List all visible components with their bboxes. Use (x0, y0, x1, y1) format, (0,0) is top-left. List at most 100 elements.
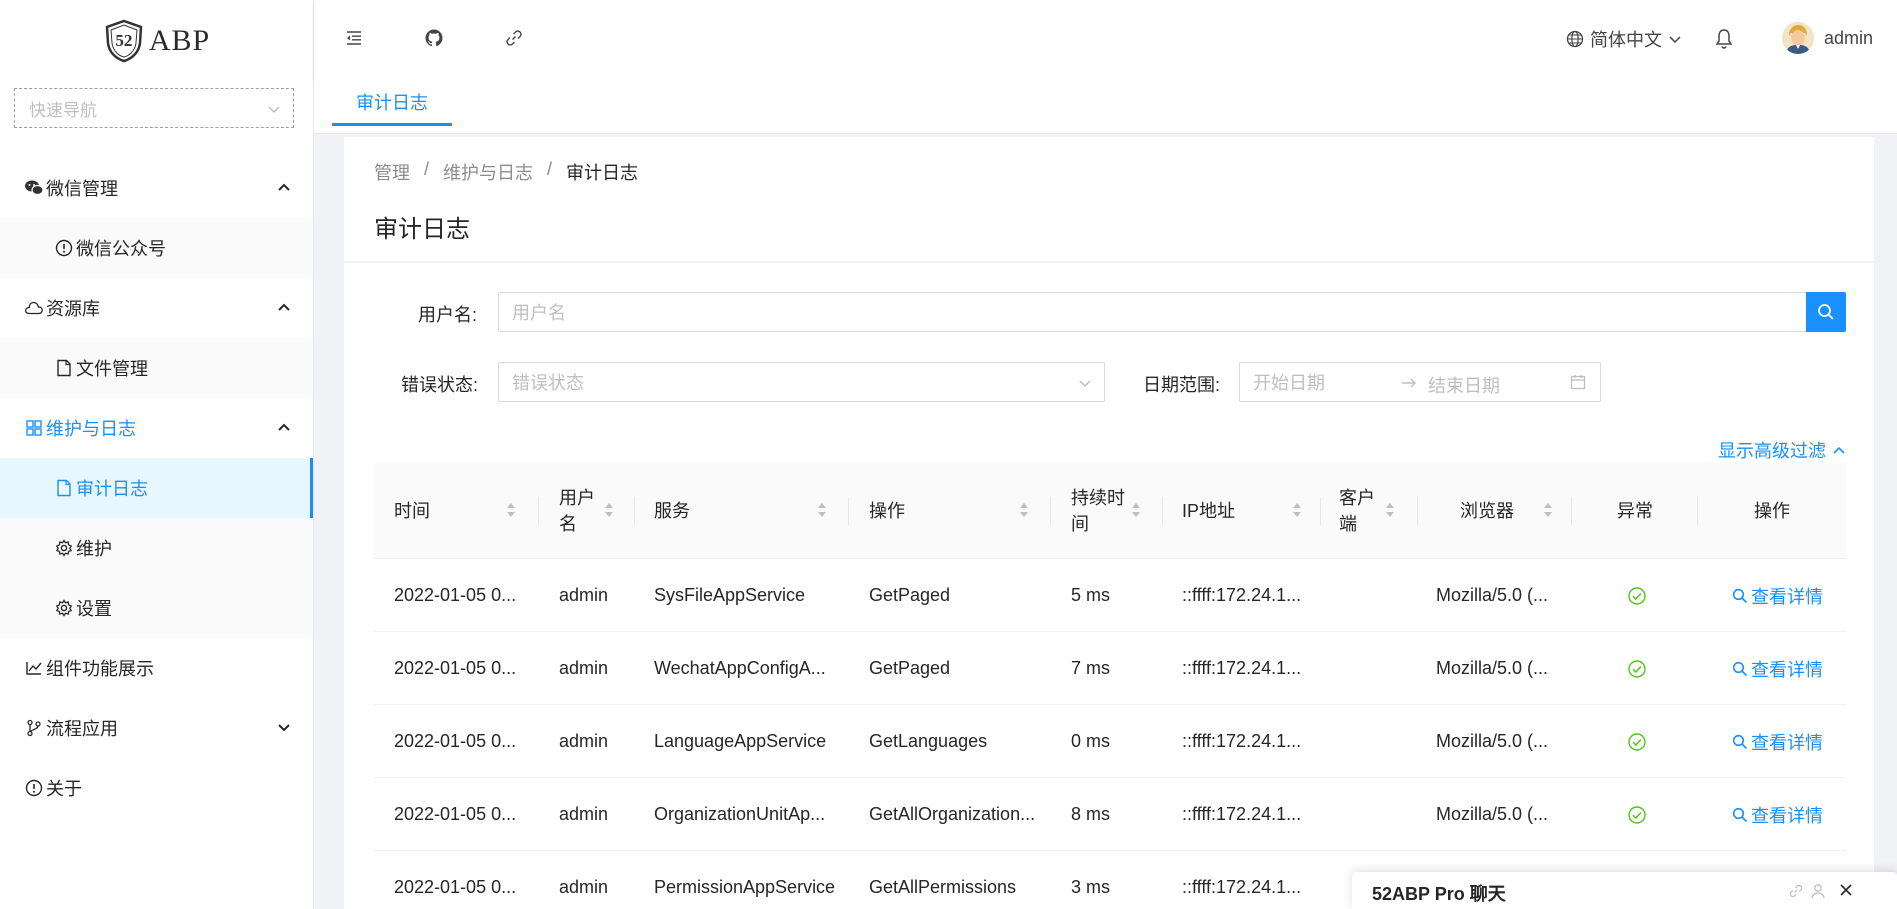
username-input[interactable]: 用户名 (498, 292, 1807, 332)
column-header-client[interactable]: 客户端 (1339, 463, 1394, 559)
table-row: 2022-01-05 0... admin LanguageAppService Ge… (374, 705, 1846, 778)
sidebar-item-label: 文件管理 (76, 359, 148, 379)
chat-panel[interactable]: 52ABP Pro 聊天 (1352, 872, 1897, 909)
sort-icon (1019, 501, 1029, 519)
cell-service: PermissionAppService (654, 877, 836, 897)
column-header-browser[interactable]: 浏览器 (1460, 463, 1552, 559)
link-icon[interactable] (504, 28, 526, 50)
sidebar-item-about[interactable]: 关于 (0, 758, 313, 818)
end-date-placeholder: 结束日期 (1428, 376, 1500, 396)
column-divider (848, 497, 849, 525)
cell-time: 2022-01-05 0... (394, 658, 517, 678)
sidebar-item-label: 审计日志 (76, 479, 148, 499)
sort-icon (817, 501, 827, 519)
column-header-duration[interactable]: 持续时间 (1071, 463, 1140, 559)
sidebar-item-settings[interactable]: 设置 (0, 578, 313, 638)
bell-icon[interactable] (1714, 28, 1734, 50)
column-divider (634, 497, 635, 525)
cell-browser: Mozilla/5.0 (... (1436, 731, 1549, 751)
wechat-icon (24, 178, 44, 198)
page-title: 审计日志 (374, 216, 470, 243)
cell-browser: Mozilla/5.0 (... (1436, 658, 1549, 678)
page-header: 管理 / 维护与日志 / 审计日志 审计日志 (344, 137, 1874, 261)
sort-icon (506, 501, 516, 519)
cell-username: admin (559, 658, 609, 678)
date-range-label: 日期范围: (1143, 375, 1221, 395)
sidebar-item-label: 设置 (76, 599, 112, 619)
column-header-service[interactable]: 服务 (654, 463, 826, 559)
search-button[interactable] (1806, 292, 1846, 332)
cell-browser: Mozilla/5.0 (... (1436, 804, 1549, 824)
view-details-link[interactable]: 查看详情 (1732, 778, 1823, 851)
chevron-down-icon (277, 720, 291, 734)
page-tabs: 审计日志 (314, 80, 1897, 134)
menu-fold-icon[interactable] (344, 28, 366, 50)
breadcrumb-item[interactable]: 管理 (374, 159, 410, 185)
sidebar-item-maintenance-logs[interactable]: 维护与日志 (0, 398, 313, 458)
language-switcher[interactable]: 简体中文 (1566, 26, 1682, 52)
sidebar-item-wechat-official[interactable]: 微信公众号 (0, 218, 313, 278)
view-details-label: 查看详情 (1751, 732, 1823, 753)
logo[interactable]: 52 ABP (0, 0, 313, 82)
sidebar-item-components[interactable]: 组件功能展示 (0, 638, 313, 698)
quick-nav-select[interactable]: 快速导航 (14, 88, 294, 128)
column-header-time[interactable]: 时间 (394, 463, 515, 559)
sidebar-item-label: 资源库 (46, 299, 100, 319)
view-details-link[interactable]: 查看详情 (1732, 705, 1823, 778)
table-row: 2022-01-05 0... admin OrganizationUnitAp..… (374, 778, 1846, 851)
sidebar-item-label: 流程应用 (46, 719, 118, 739)
success-check-icon (1627, 559, 1647, 632)
sidebar-item-audit-log[interactable]: 审计日志 (0, 458, 313, 518)
column-divider (1320, 497, 1321, 525)
column-divider (1050, 497, 1051, 525)
table-header: 时间 用户名 服务 操作 持续时间 IP地址 客户端 浏览器 异常 操作 (374, 463, 1846, 559)
date-range-picker[interactable]: 开始日期 结束日期 (1239, 362, 1601, 402)
sort-icon (1543, 501, 1553, 519)
sidebar-item-maintenance[interactable]: 维护 (0, 518, 313, 578)
column-header-ip[interactable]: IP地址 (1182, 463, 1301, 559)
quick-nav-placeholder: 快速导航 (29, 100, 97, 120)
cell-duration: 3 ms (1071, 877, 1111, 897)
github-icon[interactable] (424, 28, 446, 50)
cell-time: 2022-01-05 0... (394, 804, 517, 824)
success-check-icon (1627, 705, 1647, 778)
sidebar-item-workflow[interactable]: 流程应用 (0, 698, 313, 758)
link-icon[interactable] (1788, 883, 1804, 899)
view-details-label: 查看详情 (1751, 805, 1823, 826)
info-circle-icon (24, 778, 44, 798)
column-divider (1697, 497, 1698, 525)
username-label: 用户名: (418, 305, 478, 325)
sidebar-item-resources[interactable]: 资源库 (0, 278, 313, 338)
cell-service: WechatAppConfigA... (654, 658, 826, 678)
close-icon[interactable] (1838, 882, 1854, 898)
column-divider (1417, 497, 1418, 525)
cell-username: admin (559, 731, 609, 751)
view-details-link[interactable]: 查看详情 (1732, 559, 1823, 632)
user-icon[interactable] (1810, 883, 1826, 899)
shield-logo-icon: 52 (103, 19, 145, 63)
view-details-link[interactable]: 查看详情 (1732, 632, 1823, 705)
column-header-username[interactable]: 用户名 (559, 463, 613, 559)
user-menu[interactable]: admin (1782, 22, 1873, 54)
search-icon (1817, 303, 1835, 321)
cell-ip: ::ffff:172.24.1... (1182, 658, 1302, 678)
sidebar-item-file-management[interactable]: 文件管理 (0, 338, 313, 398)
logo-text: ABP (148, 24, 211, 57)
breadcrumb-separator: / (424, 159, 430, 179)
column-divider (1162, 497, 1163, 525)
column-header-action[interactable]: 操作 (869, 463, 1028, 559)
sidebar-menu: 微信管理 微信公众号 资源库 文件管理 维护与日志 审计日志 维护 设置 组件功… (0, 158, 313, 818)
cell-duration: 8 ms (1071, 804, 1111, 824)
breadcrumb-item[interactable]: 维护与日志 (443, 159, 533, 185)
error-status-select[interactable]: 错误状态 (498, 362, 1105, 402)
branches-icon (24, 718, 44, 738)
column-header-label: 操作 (1754, 501, 1790, 521)
info-circle-icon (54, 238, 74, 258)
username-placeholder: 用户名 (512, 303, 566, 323)
advanced-filter-toggle[interactable]: 显示高级过滤 (1718, 437, 1846, 463)
sidebar-item-wechat[interactable]: 微信管理 (0, 158, 313, 218)
sliders-icon (24, 658, 44, 678)
file-icon (54, 358, 74, 378)
audit-log-table: 时间 用户名 服务 操作 持续时间 IP地址 客户端 浏览器 异常 操作 202… (374, 463, 1846, 909)
tab-audit-log[interactable]: 审计日志 (332, 80, 452, 126)
